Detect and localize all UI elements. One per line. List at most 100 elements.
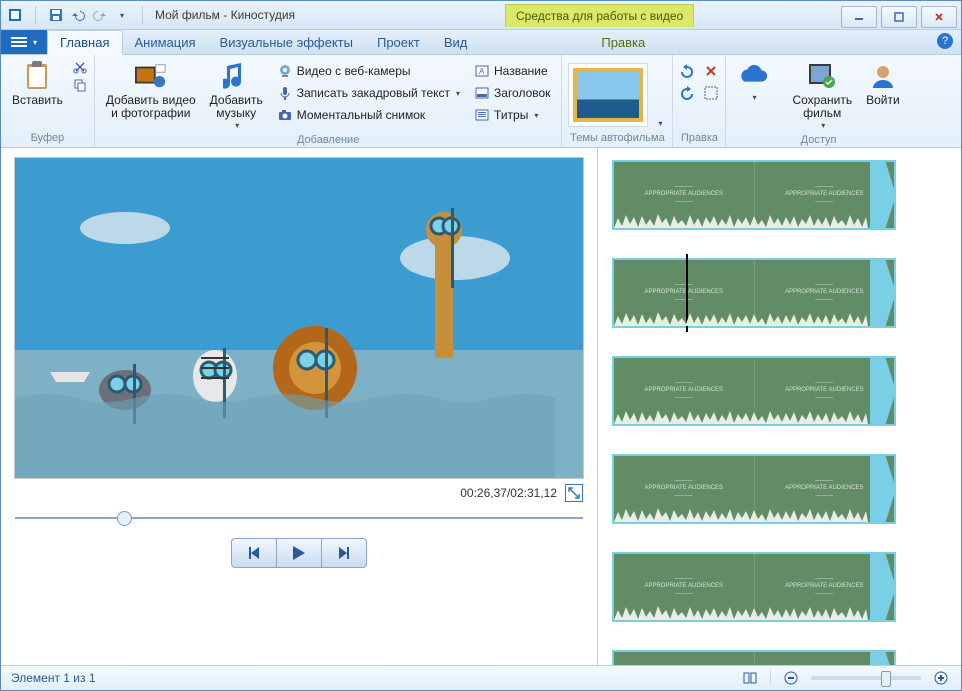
webcam-video-button[interactable]: Видео с веб-камеры [272,61,465,81]
title-bar: ▾ Мой фильм - Киностудия Средства для ра… [1,1,961,30]
undo-icon[interactable] [70,7,86,23]
film-photo-icon [135,60,167,92]
help-icon[interactable]: ? [937,33,953,49]
camera-icon [277,107,293,123]
tab-visual-effects[interactable]: Визуальные эффекты [208,31,365,54]
chevron-down-icon: ▾ [534,111,538,120]
clip-overlay-text: ———APPROPRIATE AUDIENCES——— [644,282,723,304]
group-edit: Правка [673,55,726,147]
playback-time: 00:26,37/02:31,12 [460,486,557,500]
signin-button[interactable]: Войти [861,57,905,110]
caption-button[interactable]: Заголовок [469,83,555,103]
paste-button[interactable]: Вставить [7,57,68,110]
file-menu-button[interactable]: ▾ [1,30,47,54]
add-video-photos-button[interactable]: Добавить видео и фотографии [101,57,201,123]
prev-frame-button[interactable] [231,538,277,568]
snapshot-button[interactable]: Моментальный снимок [272,105,465,125]
save-movie-button[interactable]: Сохранить фильм ▾ [787,57,857,134]
tab-home[interactable]: Главная [47,30,122,55]
tab-animation[interactable]: Анимация [123,31,208,54]
select-all-icon[interactable] [703,85,719,101]
title-button[interactable]: A Название [469,61,555,81]
group-label-share: Доступ [732,134,904,147]
clip-overlay-text: ———APPROPRIATE AUDIENCES——— [644,478,723,500]
user-icon [867,60,899,92]
contextual-tab-header: Средства для работы с видео [505,4,694,27]
clip-overlay-text: ———APPROPRIATE AUDIENCES——— [644,380,723,402]
gallery-expand-icon: ▾ [752,94,756,103]
add-video-photos-label: Добавить видео и фотографии [106,94,196,120]
group-automovie-themes: ▾ Темы автофильма [562,55,673,147]
delete-icon[interactable] [703,63,719,79]
microphone-icon [277,85,293,101]
audio-waveform [614,408,868,424]
redo-icon[interactable] [92,7,108,23]
fullscreen-button[interactable] [565,484,583,502]
clip-thumbnail[interactable]: ———APPROPRIATE AUDIENCES——— ———APPROPRIA… [612,454,896,524]
preview-pane: 00:26,37/02:31,12 [1,148,597,665]
theme-gallery[interactable] [568,63,648,127]
clipboard-icon [21,60,53,92]
ribbon: Вставить Буфер Добавить видео и фотограф… [1,55,961,148]
clip-thumbnail[interactable]: ———APPROPRIATE AUDIENCES——— ———APPROPRIA… [612,258,896,328]
rotate-left-icon[interactable] [679,63,695,79]
save-icon[interactable] [48,7,64,23]
group-clipboard: Вставить Буфер [1,55,95,147]
zoom-out-button[interactable] [781,668,801,688]
separator [35,6,36,24]
seek-track [15,517,583,519]
add-music-button[interactable]: Добавить музыку ▾ [205,57,268,134]
clip-overlay-text: ———APPROPRIATE AUDIENCES——— [785,576,864,598]
close-button[interactable] [921,6,957,28]
copy-icon[interactable] [72,77,88,93]
credits-button[interactable]: Титры ▾ [469,105,555,125]
rotate-right-icon[interactable] [679,85,695,101]
time-display-row: 00:26,37/02:31,12 [15,478,583,508]
narration-label: Записать закадровый текст [297,86,450,100]
group-label-clipboard: Буфер [7,132,88,147]
storyboard-pane[interactable]: ———APPROPRIATE AUDIENCES——— ———APPROPRIA… [597,148,961,665]
clip-thumbnail[interactable]: ———APPROPRIATE AUDIENCES——— ———APPROPRIA… [612,356,896,426]
quick-access-toolbar: ▾ [1,6,136,24]
clip-thumbnail[interactable]: ———APPROPRIATE AUDIENCES——— ———APPROPRIA… [612,552,896,622]
cut-icon[interactable] [72,59,88,75]
preview-monitor [15,158,583,478]
clip-thumbnail[interactable] [612,650,896,665]
view-mode-button[interactable] [740,668,760,688]
group-label-themes: Темы автофильма [568,132,666,147]
signin-label: Войти [866,94,900,107]
minimize-button[interactable] [841,6,877,28]
film-save-icon [806,60,838,92]
cloud-icon [737,60,769,92]
maximize-button[interactable] [881,6,917,28]
clip-thumbnail[interactable]: ———APPROPRIATE AUDIENCES——— ———APPROPRIA… [612,160,896,230]
next-frame-button[interactable] [321,538,367,568]
onedrive-button[interactable]: ▾ [732,57,774,106]
title-icon: A [474,63,490,79]
zoom-slider-thumb[interactable] [881,671,891,687]
play-button[interactable] [276,538,322,568]
gallery-expand-icon[interactable]: ▾ [654,115,666,132]
zoom-slider[interactable] [811,676,921,680]
record-narration-button[interactable]: Записать закадровый текст ▾ [272,83,465,103]
preview-frame-art [15,158,583,478]
zoom-in-button[interactable] [931,668,951,688]
caption-icon [474,85,490,101]
music-note-icon [220,60,252,92]
tab-edit[interactable]: Правка [589,31,657,54]
clip-overlay-text: ———APPROPRIATE AUDIENCES——— [785,184,864,206]
save-movie-label: Сохранить фильм [792,94,852,120]
seek-bar[interactable] [15,508,583,528]
audio-waveform [614,212,868,228]
seek-thumb[interactable] [117,511,132,526]
separator [142,6,143,24]
svg-text:A: A [479,67,485,76]
qat-customize-icon[interactable]: ▾ [114,7,130,23]
workspace: 00:26,37/02:31,12 ———APPROPRIATE AUDIENC… [1,148,961,665]
clip-overlay-text: ———APPROPRIATE AUDIENCES——— [785,380,864,402]
snapshot-label: Моментальный снимок [297,108,425,122]
tab-view[interactable]: Вид [432,31,480,54]
tab-project[interactable]: Проект [365,31,432,54]
chevron-down-icon: ▾ [821,122,825,131]
title-label: Название [494,64,548,78]
